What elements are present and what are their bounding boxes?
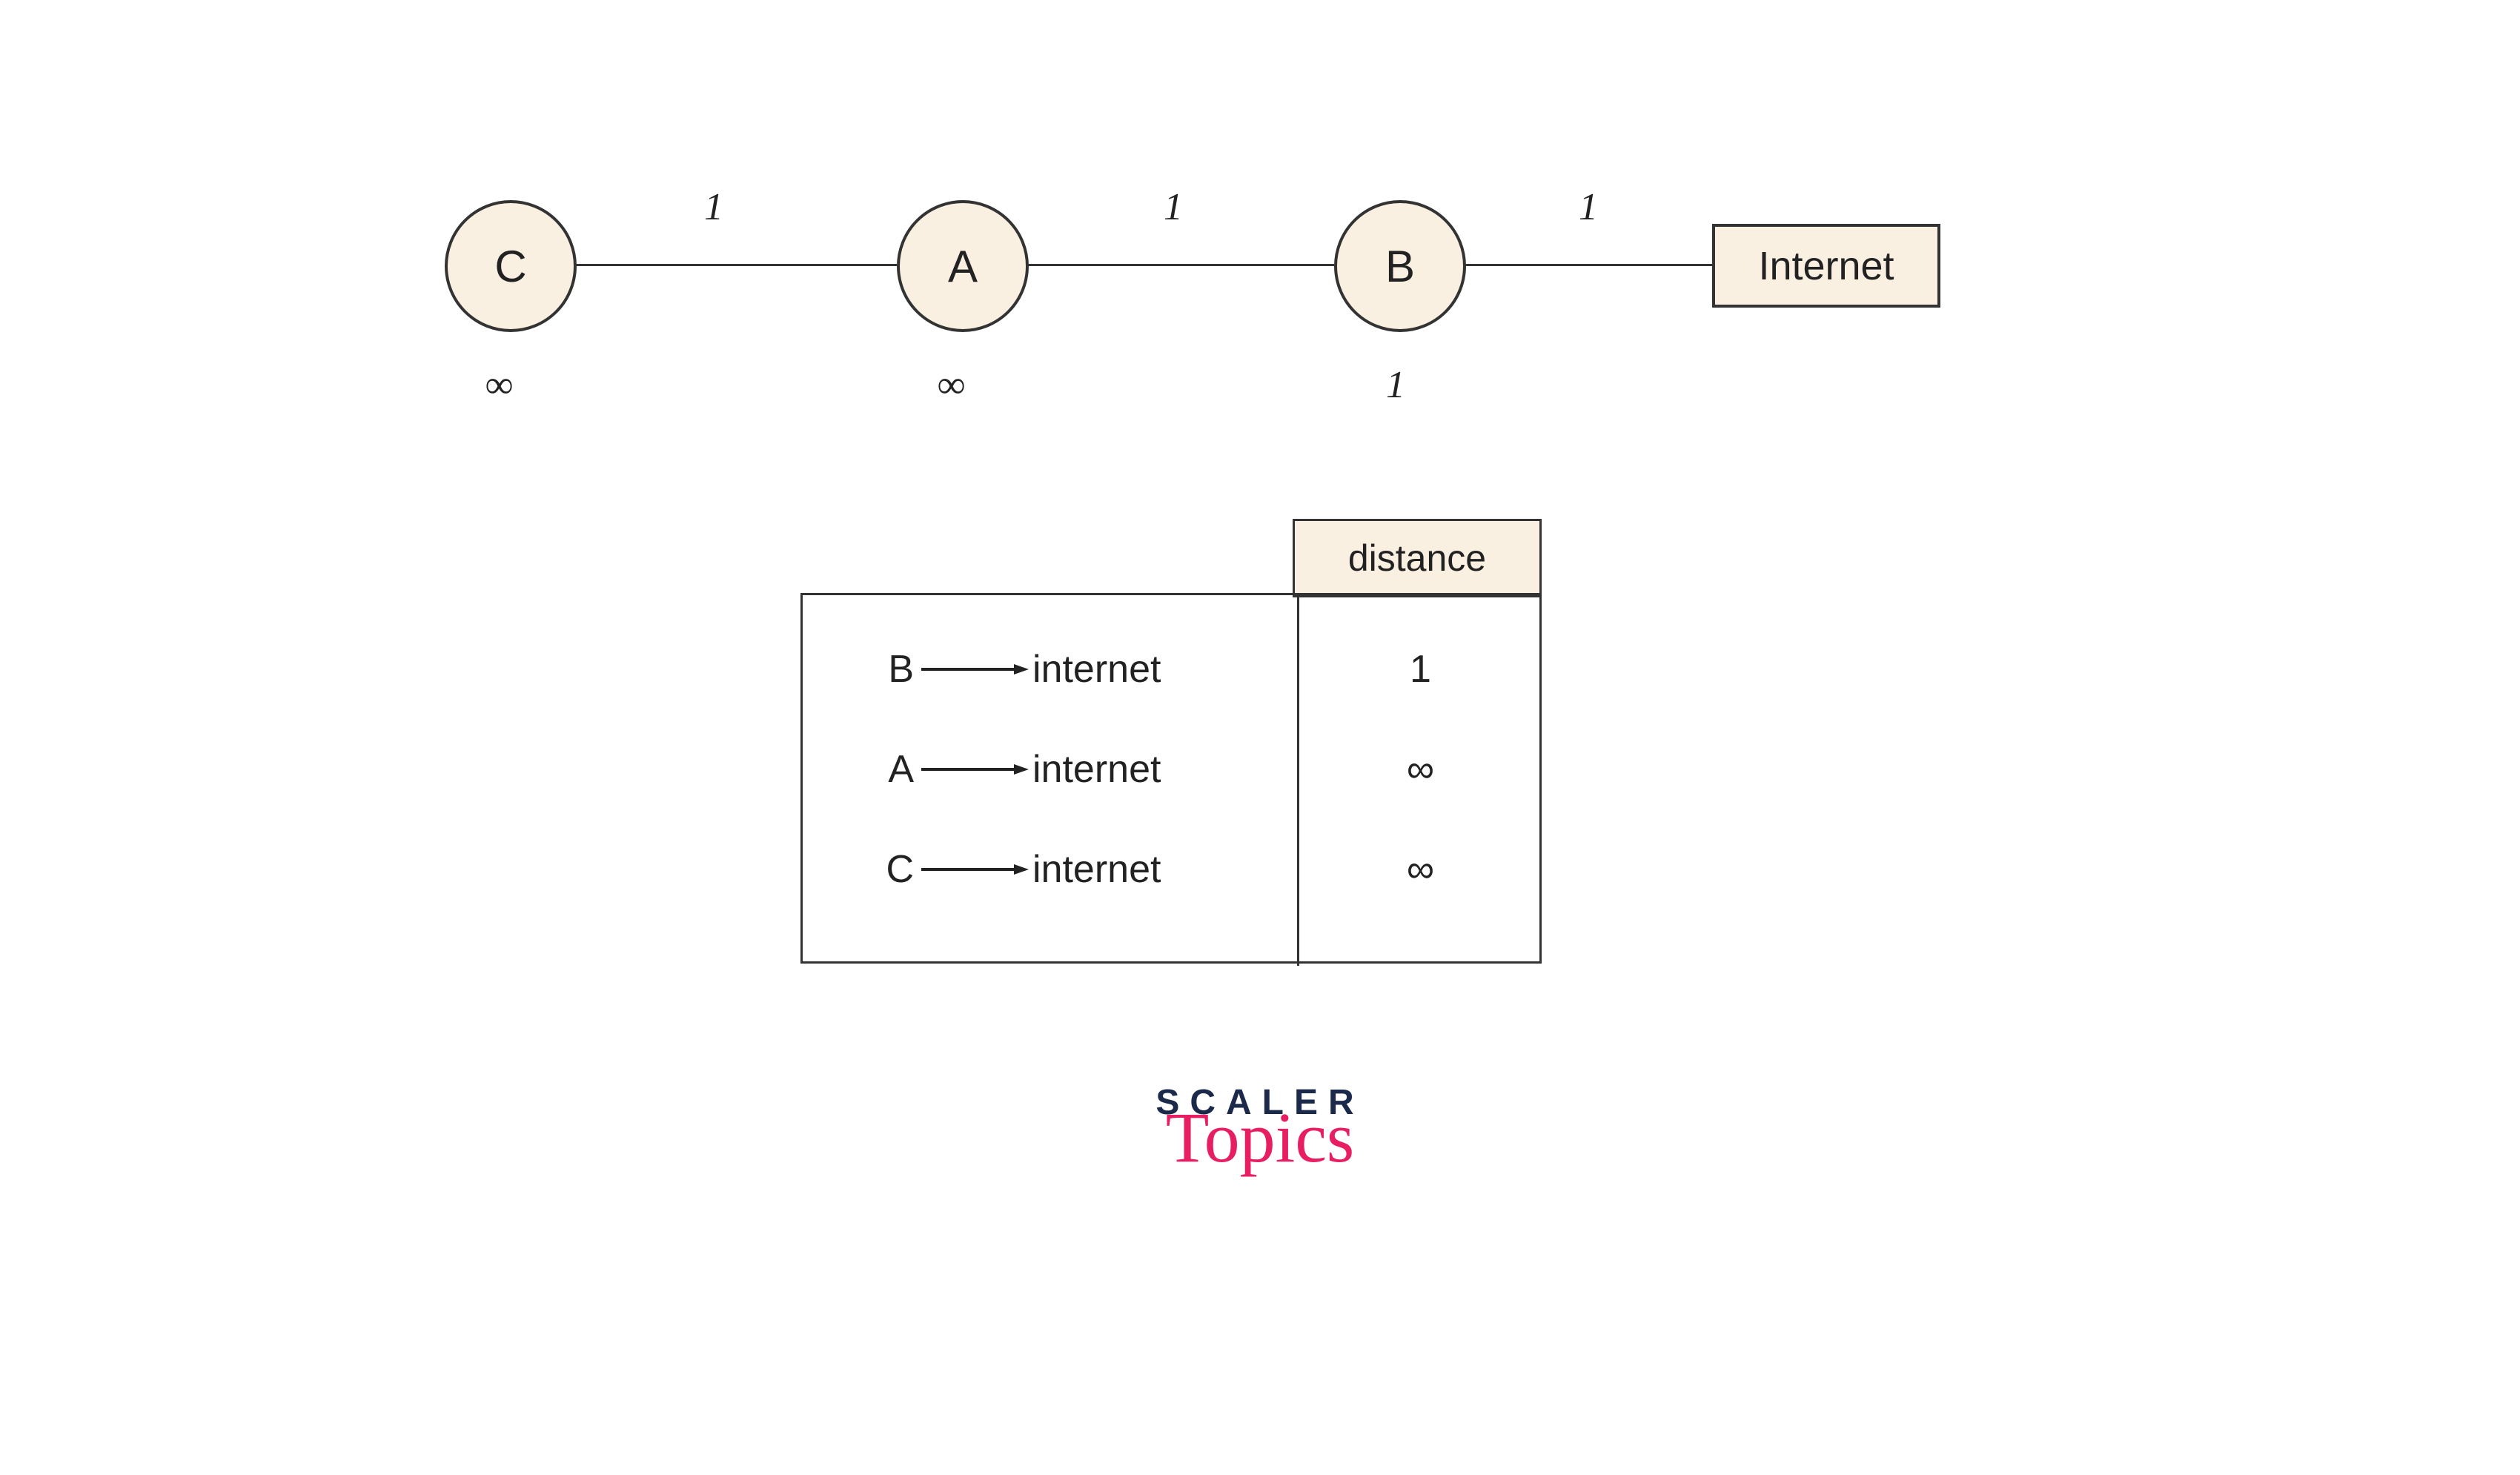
edge-b-internet [1463, 264, 1712, 266]
node-a-distance: ∞ [938, 363, 965, 407]
node-c-distance: ∞ [485, 363, 513, 407]
row-from: A [832, 747, 914, 792]
scaler-topics-logo: SCALER Topics [1075, 1082, 1445, 1173]
node-internet: Internet [1712, 224, 1940, 308]
arrow-icon [914, 662, 1032, 677]
logo-line2: Topics [1075, 1102, 1445, 1173]
row-to: internet [1032, 647, 1270, 692]
row-distance: ∞ [1297, 747, 1544, 792]
table-row: C internet ∞ [803, 825, 1544, 914]
row-distance: 1 [1297, 647, 1544, 692]
node-a-label: A [948, 241, 978, 292]
edge-a-b-weight: 1 [1164, 185, 1183, 229]
arrow-icon [914, 862, 1032, 877]
node-a: A [897, 200, 1029, 332]
arrow-icon [914, 762, 1032, 777]
row-from: B [832, 647, 914, 692]
node-c: C [445, 200, 577, 332]
node-b-label: B [1385, 241, 1415, 292]
table-row: A internet ∞ [803, 725, 1544, 814]
node-internet-label: Internet [1758, 243, 1894, 289]
edge-c-a-weight: 1 [704, 185, 723, 229]
edge-a-b [1026, 264, 1334, 266]
node-c-label: C [494, 241, 526, 292]
distance-header: distance [1293, 519, 1542, 597]
network-graph: C ∞ 1 A ∞ 1 B 1 1 Internet [445, 200, 1964, 437]
distance-table-body: B internet 1 A internet ∞ C internet ∞ [800, 593, 1542, 964]
node-b-distance: 1 [1386, 363, 1405, 407]
row-to: internet [1032, 847, 1270, 892]
row-from: C [832, 847, 914, 892]
node-b: B [1334, 200, 1466, 332]
row-to: internet [1032, 747, 1270, 792]
edge-c-a [574, 264, 897, 266]
table-row: B internet 1 [803, 625, 1544, 714]
edge-b-internet-weight: 1 [1579, 185, 1598, 229]
row-distance: ∞ [1297, 847, 1544, 892]
